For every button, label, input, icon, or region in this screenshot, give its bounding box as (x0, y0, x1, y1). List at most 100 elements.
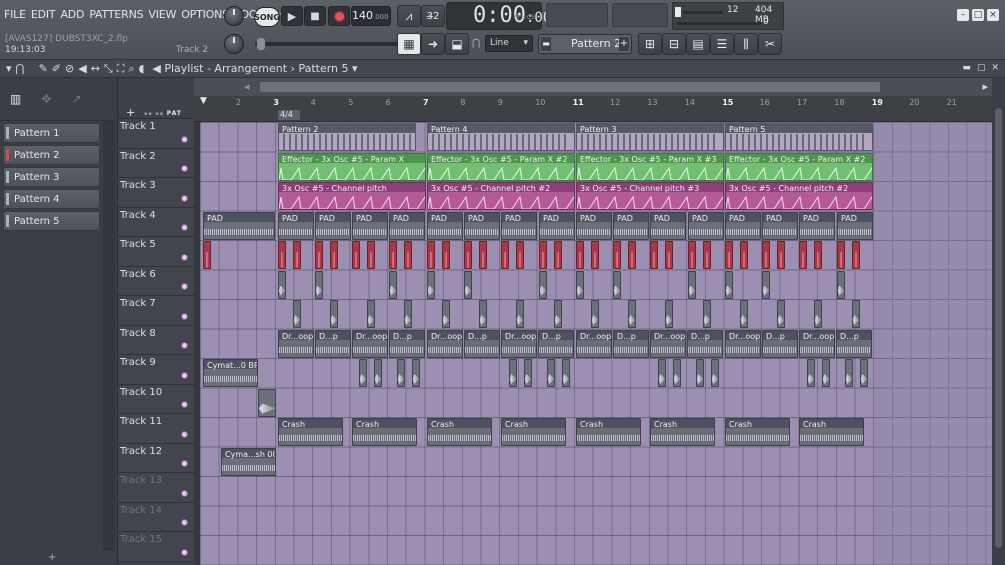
audio-clip[interactable] (814, 241, 822, 269)
audio-clip[interactable]: Dr...oop (799, 329, 835, 358)
audio-clip[interactable]: Crash (799, 418, 864, 446)
audio-clip[interactable] (374, 359, 382, 387)
audio-clip[interactable] (845, 359, 853, 387)
track-header[interactable]: Track 11 (118, 414, 194, 444)
audio-clip[interactable]: D...p (538, 329, 574, 358)
track-enable-icon[interactable] (181, 312, 188, 320)
stamp-button[interactable]: ⬓ (445, 33, 469, 55)
pattern-list-item[interactable]: Pattern 1 (3, 123, 100, 143)
track-enable-icon[interactable] (181, 371, 188, 379)
audio-clip[interactable]: PAD (762, 211, 798, 240)
tempo-display[interactable]: 140.000 (351, 6, 391, 26)
master-pitch-knob[interactable] (224, 34, 244, 54)
track-header[interactable]: Track 6 (118, 266, 194, 296)
track-enable-icon[interactable] (181, 401, 188, 408)
audio-clip[interactable]: PAD (278, 211, 314, 240)
pattern-list-item[interactable]: Pattern 2 (3, 145, 100, 165)
track-enable-icon[interactable] (181, 519, 188, 526)
menu-add[interactable]: ADD (60, 8, 84, 21)
track-enable-icon[interactable] (181, 253, 188, 261)
audio-clip[interactable] (404, 241, 412, 269)
audio-clip[interactable] (807, 359, 815, 387)
audio-clip[interactable] (389, 241, 397, 269)
audio-clip[interactable]: PAD (315, 211, 351, 240)
pattern-prev-button[interactable]: ▬ (541, 37, 551, 51)
pattern-clip[interactable]: Pattern 5 (725, 123, 873, 151)
audio-clip[interactable] (591, 300, 599, 328)
track-header[interactable]: Track 14 (118, 502, 194, 532)
audio-clip[interactable] (293, 241, 301, 269)
audio-clip[interactable]: PAD (464, 211, 500, 240)
automation-clip[interactable]: 3x Osc #5 - Channel pitch #2 (725, 182, 873, 210)
picker-draw-icon[interactable]: ↗ (71, 92, 81, 106)
audio-clip[interactable] (427, 270, 435, 299)
audio-clip[interactable] (658, 359, 666, 387)
audio-clip[interactable] (711, 359, 719, 387)
horizontal-scrollbar[interactable] (260, 82, 880, 92)
minimize-icon[interactable]: – (957, 9, 969, 21)
audio-clip[interactable] (688, 241, 696, 269)
track-enable-icon[interactable] (181, 224, 188, 231)
audio-clip[interactable] (330, 300, 338, 328)
audio-clip[interactable]: Crash (352, 418, 417, 446)
vertical-scrollbar[interactable] (992, 78, 1005, 565)
automation-clip[interactable]: Effector - 3x Osc #5 - Param X (278, 152, 426, 181)
audio-clip[interactable] (554, 241, 562, 269)
audio-clip[interactable] (725, 270, 733, 299)
automation-clip[interactable]: Effector - 3x Osc #5 - Param X #2 (427, 152, 575, 181)
track-enable-icon[interactable] (181, 342, 188, 349)
master-pitch-slider[interactable] (255, 38, 405, 50)
plugin-picker-button[interactable]: ✂ (758, 33, 782, 55)
draw-tool-icon[interactable]: ✎ (39, 62, 48, 76)
track-header[interactable]: Track 3 (118, 178, 194, 208)
song-mode-toggle[interactable]: SONG (254, 7, 280, 27)
picker-move-icon[interactable]: ✥ (41, 92, 51, 106)
metronome-button[interactable]: ⩘ (397, 5, 421, 27)
audio-clip[interactable]: D...p (613, 329, 649, 358)
audio-clip[interactable] (509, 359, 517, 387)
audio-clip[interactable] (613, 270, 621, 299)
automation-clip[interactable]: 3x Osc #5 - Channel pitch (278, 182, 426, 210)
track-header[interactable]: Track 7 (118, 296, 194, 326)
audio-clip[interactable] (822, 359, 830, 387)
audio-clip[interactable]: Crash (650, 418, 715, 446)
audio-clip[interactable] (762, 241, 770, 269)
timeline-ruler[interactable]: 2 3 4 5 6 7 8 9 10 11 12 13 14 15 16 17 18 19 20 21 4/4 ▼ (194, 96, 992, 122)
audio-clip[interactable]: D...p (389, 329, 425, 358)
audio-clip[interactable] (777, 241, 785, 269)
audio-clip[interactable] (860, 359, 868, 387)
audio-clip[interactable]: PAD (539, 211, 575, 240)
audio-clip[interactable] (703, 241, 711, 269)
audio-clip[interactable] (613, 241, 621, 269)
audio-clip[interactable] (576, 270, 584, 299)
playhead-icon[interactable]: ▼ (200, 96, 207, 106)
audio-clip[interactable]: D...p (836, 329, 872, 358)
audio-clip[interactable]: PAD (688, 211, 724, 240)
audio-clip[interactable] (516, 241, 524, 269)
audio-clip[interactable] (591, 241, 599, 269)
audio-clip[interactable] (524, 359, 532, 387)
audio-clip[interactable]: Dr...oop (725, 329, 761, 358)
pattern-add-button[interactable]: + (619, 37, 629, 51)
audio-clip[interactable]: Dr...oop (650, 329, 686, 358)
audio-clip[interactable]: PAD (203, 211, 275, 240)
audio-clip[interactable] (203, 241, 211, 269)
play-button[interactable]: ▶ (281, 6, 303, 26)
audio-clip[interactable] (673, 359, 681, 387)
master-volume-knob[interactable] (224, 6, 244, 26)
track-enable-icon[interactable] (181, 135, 188, 143)
audio-clip[interactable] (367, 241, 375, 269)
track-header[interactable]: Track 9 (118, 355, 194, 385)
browser-button[interactable]: ☰ (710, 33, 734, 55)
record-button[interactable] (328, 6, 350, 26)
scroll-left-icon[interactable]: ◂ (244, 80, 250, 93)
audio-clip[interactable] (703, 300, 711, 328)
track-header[interactable]: Track 8 (118, 325, 194, 355)
pattern-list-item[interactable]: Pattern 3 (3, 167, 100, 187)
audio-clip[interactable] (516, 300, 524, 328)
audio-clip[interactable] (665, 300, 673, 328)
pattern-list-item[interactable]: Pattern 5 (3, 211, 100, 231)
snap-button[interactable]: 3̶2 (421, 5, 445, 27)
menu-edit[interactable]: EDIT (31, 8, 56, 21)
audio-clip[interactable]: Dr...oop (278, 329, 314, 358)
